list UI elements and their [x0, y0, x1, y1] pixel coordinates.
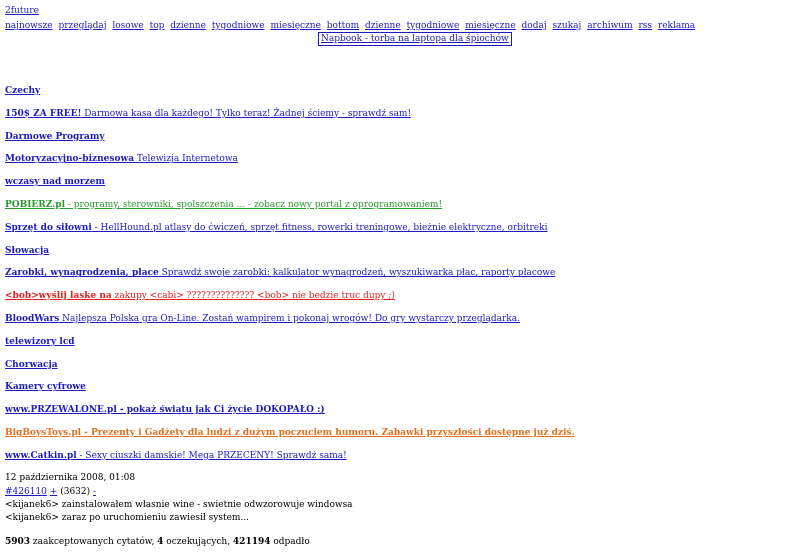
nav-link-5[interactable]: tygodniowe	[212, 21, 265, 31]
ad-item: Kamery cyfrowe	[5, 382, 86, 392]
ad-link[interactable]: Słowacja	[5, 246, 49, 256]
ad-title: 150$ ZA FREE!	[5, 108, 82, 119]
ad-item: www.PRZEWALONE.pl - pokaż światu jak Ci …	[5, 405, 325, 415]
ad-description: - programy, sterowniki, spolszczenia ...…	[65, 200, 443, 210]
promo-link[interactable]: Napbook - torba na laptopa dla śpiochów	[318, 32, 512, 46]
vote-plus-link[interactable]: +	[50, 487, 58, 497]
nav-link-9[interactable]: tygodniowe	[407, 21, 460, 31]
ad-item: Chorwacja	[5, 360, 58, 370]
nav-link-12[interactable]: szukaj	[553, 21, 582, 31]
ad-description: - HellHound.pl atlasy do ćwiczeń, sprzęt…	[91, 222, 548, 233]
ad-link[interactable]: Sprzęt do siłowni - HellHound.pl atlasy …	[5, 223, 547, 233]
top-navigation: najnowsze przeglądaj losowe top dzienne …	[5, 21, 698, 31]
ad-title: Darmowe Programy	[5, 131, 105, 142]
ad-item: POBIERZ.pl - programy, sterowniki, spols…	[5, 200, 442, 210]
ad-item: www.Catkin.pl - Sexy ciuszki damskie! Me…	[5, 451, 347, 461]
ad-title: Motoryzacyjno-biznesowa	[5, 154, 135, 165]
ad-title: Sprzęt do siłowni	[5, 222, 92, 233]
ad-item: wczasy nad morzem	[5, 177, 105, 187]
ad-description: Darmowa kasa dla każdego! Tylko teraz! Ż…	[81, 108, 412, 119]
quote-line: <kijanek6> zaraz po uruchomieniu zawiesi…	[5, 513, 250, 523]
ad-link[interactable]: Chorwacja	[5, 360, 58, 370]
ad-description: zakupy <cabi> ?????????????? <bob> nie b…	[111, 291, 395, 302]
ad-title: BigBoysToys.pl - Prezenty i Gadżety dla …	[5, 428, 575, 438]
rejected-label: odpadło	[270, 537, 310, 547]
ad-item: Sprzęt do siłowni - HellHound.pl atlasy …	[5, 223, 547, 233]
ad-link[interactable]: POBIERZ.pl - programy, sterowniki, spols…	[5, 200, 442, 210]
ad-item: BigBoysToys.pl - Prezenty i Gadżety dla …	[5, 428, 575, 438]
ad-link[interactable]: Darmowe Programy	[5, 132, 105, 142]
ad-link[interactable]: Czechy	[5, 86, 40, 96]
ad-title: www.Catkin.pl	[5, 450, 77, 461]
accepted-label: zaakceptowanych cytatów,	[30, 537, 158, 547]
ad-title: telewizory lcd	[5, 336, 75, 347]
nav-link-10[interactable]: miesięczne	[465, 21, 515, 31]
nav-link-2[interactable]: losowe	[112, 21, 143, 31]
ad-item: telewizory lcd	[5, 337, 75, 347]
accepted-count: 5903	[5, 537, 31, 547]
ad-description: Najlepsza Polska gra On-Line. Zostań wam…	[59, 314, 520, 324]
ad-description: Sprawdź swoje zarobki: kalkulator wynagr…	[158, 268, 556, 279]
ad-description: Telewizja Internetowa	[134, 154, 238, 165]
quote-id-link[interactable]: #426110	[5, 487, 47, 497]
ad-link[interactable]: www.PRZEWALONE.pl - pokaż światu jak Ci …	[5, 405, 325, 415]
ad-title: POBIERZ.pl	[5, 200, 66, 210]
ad-item: 150$ ZA FREE! Darmowa kasa dla każdego! …	[5, 109, 411, 119]
nav-link-13[interactable]: archiwum	[587, 21, 632, 31]
quote-score: (3632)	[60, 487, 91, 497]
quote-date: 12 października 2008, 01:08	[5, 473, 136, 483]
ad-item: Motoryzacyjno-biznesowa Telewizja Intern…	[5, 154, 238, 164]
ad-item: BloodWars Najlepsza Polska gra On-Line. …	[5, 314, 520, 324]
ad-item: Darmowe Programy	[5, 132, 105, 142]
ad-item: Słowacja	[5, 246, 49, 256]
nav-link-3[interactable]: top	[150, 21, 165, 31]
ad-title: Słowacja	[5, 245, 50, 256]
ad-link[interactable]: Motoryzacyjno-biznesowa Telewizja Intern…	[5, 154, 238, 164]
ad-link[interactable]: wczasy nad morzem	[5, 177, 105, 187]
nav-link-0[interactable]: najnowsze	[5, 21, 53, 31]
ad-link[interactable]: telewizory lcd	[5, 337, 75, 347]
ad-title: Kamery cyfrowe	[5, 382, 86, 393]
ad-link[interactable]: Kamery cyfrowe	[5, 382, 86, 392]
nav-link-15[interactable]: reklama	[658, 21, 695, 31]
ad-title: BloodWars	[5, 314, 60, 324]
vote-minus-link[interactable]: -	[93, 487, 96, 497]
ad-item: <bob>wyślij laske na zakupy <cabi> ?????…	[5, 291, 395, 301]
ad-title: Chorwacja	[5, 359, 58, 370]
nav-link-14[interactable]: rss	[638, 21, 652, 31]
nav-link-1[interactable]: przeglądaj	[58, 21, 106, 31]
ad-link[interactable]: Zarobki, wynagrodzenia, płace Sprawdź sw…	[5, 268, 555, 278]
ad-description: - Sexy ciuszki damskie! Mega PRZECENY! S…	[76, 450, 347, 461]
ad-link[interactable]: www.Catkin.pl - Sexy ciuszki damskie! Me…	[5, 451, 347, 461]
ad-link[interactable]: <bob>wyślij laske na zakupy <cabi> ?????…	[5, 291, 395, 301]
nav-link-4[interactable]: dzienne	[170, 21, 206, 31]
quote-header: #426110 + (3632) -	[5, 487, 96, 497]
nav-link-7[interactable]: bottom	[327, 21, 359, 31]
ad-item: Czechy	[5, 86, 40, 96]
ad-title: Zarobki, wynagrodzenia, płace	[5, 268, 159, 279]
ad-title: www.PRZEWALONE.pl - pokaż światu jak Ci …	[5, 405, 325, 416]
ad-item: Zarobki, wynagrodzenia, płace Sprawdź sw…	[5, 268, 555, 278]
ad-link[interactable]: BigBoysToys.pl - Prezenty i Gadżety dla …	[5, 428, 575, 438]
ad-link[interactable]: 150$ ZA FREE! Darmowa kasa dla każdego! …	[5, 109, 411, 119]
ad-title: Czechy	[5, 86, 41, 96]
ad-title: <bob>wyślij laske na	[5, 291, 112, 302]
nav-link-8[interactable]: dzienne	[365, 21, 401, 31]
rejected-count: 421194	[232, 537, 271, 547]
ad-link[interactable]: BloodWars Najlepsza Polska gra On-Line. …	[5, 314, 520, 324]
quote-line: <kijanek6> zainstalowałem własnie wine -…	[5, 500, 353, 510]
nav-link-11[interactable]: dodaj	[522, 21, 547, 31]
ad-title: wczasy nad morzem	[5, 177, 106, 188]
stats-footer: 5903 zaakceptowanych cytatów, 4 oczekują…	[5, 537, 310, 547]
waiting-label: oczekujących,	[163, 537, 233, 547]
nav-link-6[interactable]: miesięczne	[270, 21, 320, 31]
site-title-link[interactable]: 2future	[5, 6, 39, 16]
